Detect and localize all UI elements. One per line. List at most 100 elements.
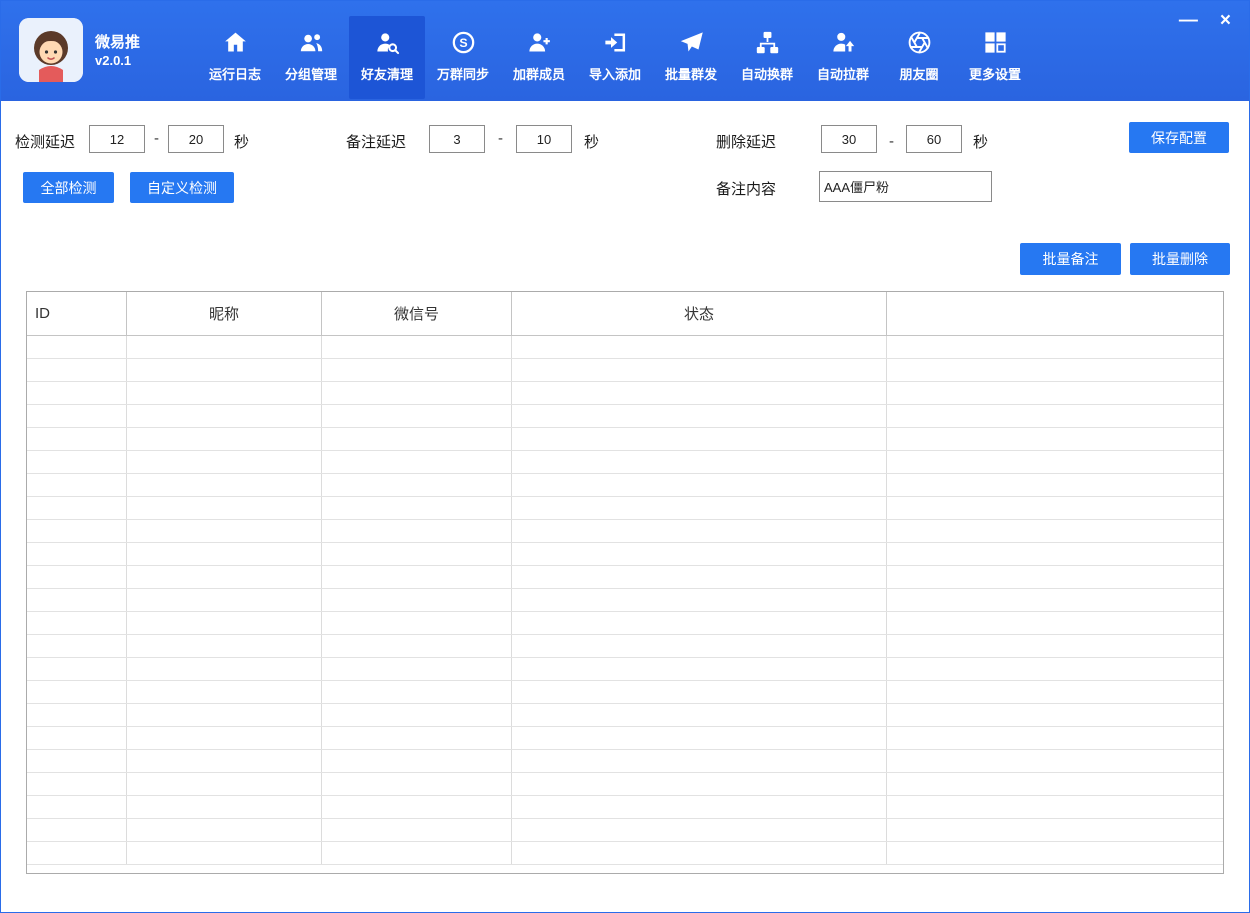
nav-label: 批量群发 (665, 64, 717, 83)
table-cell (322, 405, 512, 427)
table-cell (887, 796, 1223, 818)
table-row (27, 566, 1223, 589)
user-up-icon (830, 29, 857, 56)
table-cell (512, 681, 887, 703)
nav-label: 运行日志 (209, 64, 261, 83)
table-row (27, 451, 1223, 474)
delete-delay-max-input[interactable] (906, 125, 962, 153)
table-row (27, 773, 1223, 796)
table-cell (322, 842, 512, 864)
table-row (27, 589, 1223, 612)
table-cell (887, 635, 1223, 657)
table-cell (127, 451, 322, 473)
table-row (27, 612, 1223, 635)
table-row (27, 382, 1223, 405)
table-cell (322, 658, 512, 680)
table-cell (27, 750, 127, 772)
table-cell (512, 727, 887, 749)
table-cell (322, 796, 512, 818)
table-cell (27, 727, 127, 749)
table-cell (322, 566, 512, 588)
detect-delay-max-input[interactable] (168, 125, 224, 153)
table-cell (127, 612, 322, 634)
remark-content-input[interactable] (819, 171, 992, 202)
table-cell (322, 359, 512, 381)
remark-delay-max-input[interactable] (516, 125, 572, 153)
table-cell (27, 405, 127, 427)
table-row (27, 681, 1223, 704)
close-button[interactable]: × (1220, 11, 1231, 30)
header-bar: 微易推 v2.0.1 — × 运行日志 分组管理 (1, 1, 1249, 101)
table-cell (127, 543, 322, 565)
nav-item-more-settings[interactable]: 更多设置 (957, 16, 1033, 99)
table-cell (127, 750, 322, 772)
table-cell (27, 566, 127, 588)
table-cell (887, 474, 1223, 496)
table-cell (512, 635, 887, 657)
user-search-icon (374, 29, 401, 56)
delete-delay-min-input[interactable] (821, 125, 877, 153)
table-cell (127, 566, 322, 588)
nav-item-moments[interactable]: 朋友圈 (881, 16, 957, 99)
table-cell (322, 497, 512, 519)
table-cell (127, 681, 322, 703)
remark-delay-unit: 秒 (584, 131, 599, 152)
table-cell (887, 704, 1223, 726)
nav-item-add-group-member[interactable]: 加群成员 (501, 16, 577, 99)
nav-item-run-log[interactable]: 运行日志 (197, 16, 273, 99)
column-header-wechat-id: 微信号 (322, 292, 512, 335)
app-version: v2.0.1 (95, 53, 131, 68)
nav-item-friend-cleanup[interactable]: 好友清理 (349, 16, 425, 99)
table-cell (127, 796, 322, 818)
table-cell (322, 520, 512, 542)
table-cell (27, 336, 127, 358)
table-cell (512, 405, 887, 427)
table-cell (887, 497, 1223, 519)
custom-check-button[interactable]: 自定义检测 (130, 172, 234, 203)
batch-remark-button[interactable]: 批量备注 (1020, 243, 1121, 275)
nav-item-auto-pull-group[interactable]: 自动拉群 (805, 16, 881, 99)
table-cell (512, 773, 887, 795)
table-cell (887, 359, 1223, 381)
table-cell (887, 842, 1223, 864)
nav-label: 加群成员 (513, 64, 565, 83)
remark-delay-min-input[interactable] (429, 125, 485, 153)
save-config-button[interactable]: 保存配置 (1129, 122, 1229, 153)
nav-label: 万群同步 (437, 64, 489, 83)
table-cell (27, 428, 127, 450)
nav-item-group-management[interactable]: 分组管理 (273, 16, 349, 99)
batch-delete-button[interactable]: 批量删除 (1130, 243, 1230, 275)
detect-delay-min-input[interactable] (89, 125, 145, 153)
table-cell (887, 727, 1223, 749)
table-cell (512, 589, 887, 611)
table-cell (322, 428, 512, 450)
table-cell (27, 359, 127, 381)
detect-delay-label: 检测延迟 (15, 131, 75, 152)
table-cell (322, 612, 512, 634)
check-all-button[interactable]: 全部检测 (23, 172, 114, 203)
nav-item-auto-switch-group[interactable]: 自动换群 (729, 16, 805, 99)
avatar (19, 18, 83, 82)
nav-item-import-add[interactable]: 导入添加 (577, 16, 653, 99)
table-row (27, 842, 1223, 865)
delete-delay-separator: - (889, 133, 894, 150)
table-cell (322, 704, 512, 726)
friend-table: ID 昵称 微信号 状态 (26, 291, 1224, 874)
paper-plane-icon (678, 29, 705, 56)
table-cell (887, 612, 1223, 634)
table-cell (887, 589, 1223, 611)
table-row (27, 428, 1223, 451)
org-chart-icon (754, 29, 781, 56)
nav-item-batch-send[interactable]: 批量群发 (653, 16, 729, 99)
nav-item-group-sync[interactable]: S 万群同步 (425, 16, 501, 99)
table-cell (27, 589, 127, 611)
table-row (27, 819, 1223, 842)
table-cell (887, 773, 1223, 795)
table-cell (127, 842, 322, 864)
table-cell (127, 428, 322, 450)
table-cell (512, 497, 887, 519)
minimize-button[interactable]: — (1179, 11, 1198, 30)
table-cell (127, 589, 322, 611)
table-cell (512, 520, 887, 542)
table-cell (512, 382, 887, 404)
